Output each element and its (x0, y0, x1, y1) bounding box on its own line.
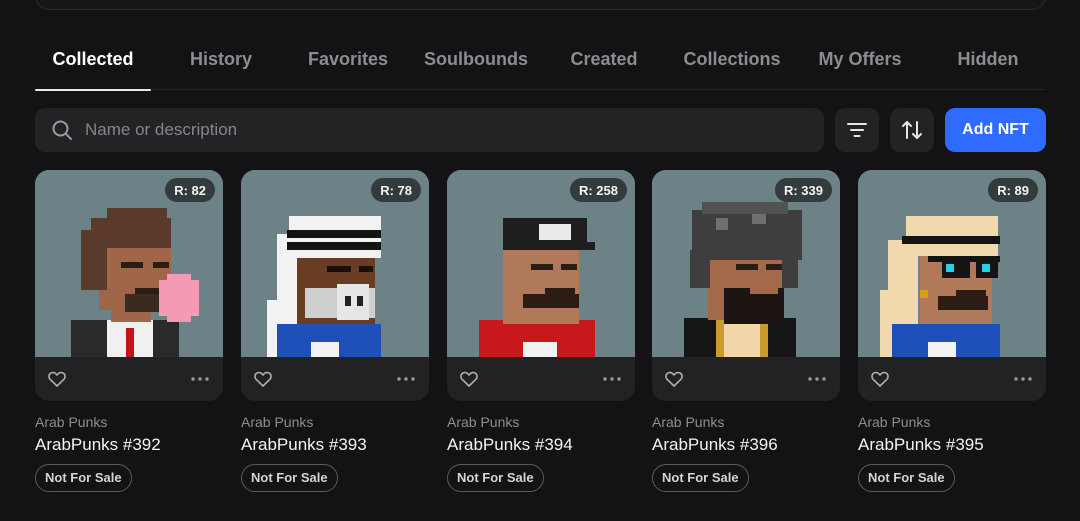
heart-icon[interactable] (871, 371, 889, 387)
nft-card[interactable]: R: 78 Arab Punks ArabPunks #393 Not For … (241, 170, 429, 492)
tab-my-offers[interactable]: My Offers (802, 38, 918, 90)
search-icon (51, 119, 73, 141)
more-options-icon[interactable] (397, 377, 415, 381)
heart-icon[interactable] (254, 371, 272, 387)
more-options-icon[interactable] (1014, 377, 1032, 381)
collection-name[interactable]: Arab Punks (241, 414, 429, 430)
profile-header-card (35, 0, 1046, 10)
sort-button[interactable] (890, 108, 934, 152)
nft-name[interactable]: ArabPunks #393 (241, 435, 429, 455)
nft-image: R: 78 (241, 170, 429, 357)
filter-button[interactable] (835, 108, 879, 152)
search-bar (35, 108, 824, 152)
more-options-icon[interactable] (191, 377, 209, 381)
profile-page: Collected History Favorites Soulbounds C… (0, 0, 1080, 521)
card-actions (652, 357, 840, 401)
sale-status-badge: Not For Sale (858, 464, 955, 492)
heart-icon[interactable] (460, 371, 478, 387)
rarity-badge: R: 89 (988, 178, 1038, 202)
tab-collections[interactable]: Collections (674, 38, 790, 90)
nft-name[interactable]: ArabPunks #394 (447, 435, 635, 455)
collection-name[interactable]: Arab Punks (858, 414, 1046, 430)
nft-card-box: R: 78 (241, 170, 429, 401)
tab-created[interactable]: Created (546, 38, 662, 90)
search-input[interactable] (85, 120, 785, 140)
nft-image: R: 82 (35, 170, 223, 357)
nft-image: R: 89 (858, 170, 1046, 357)
tab-hidden[interactable]: Hidden (930, 38, 1046, 90)
nft-card[interactable]: R: 82 Arab Punks ArabPunks #392 Not For … (35, 170, 223, 492)
rarity-badge: R: 78 (371, 178, 421, 202)
rarity-badge: R: 258 (569, 178, 627, 202)
nft-card[interactable]: R: 89 Arab Punks ArabPunks #395 Not For … (858, 170, 1046, 492)
nft-card[interactable]: R: 258 Arab Punks ArabPunks #394 Not For… (447, 170, 635, 492)
tab-history[interactable]: History (163, 38, 279, 90)
nft-image: R: 258 (447, 170, 635, 357)
filter-icon (846, 119, 868, 141)
card-actions (447, 357, 635, 401)
nft-name[interactable]: ArabPunks #392 (35, 435, 223, 455)
tab-collected[interactable]: Collected (35, 38, 151, 91)
tab-soulbounds[interactable]: Soulbounds (418, 38, 534, 90)
sort-icon (900, 118, 924, 142)
heart-icon[interactable] (48, 371, 66, 387)
nft-name[interactable]: ArabPunks #395 (858, 435, 1046, 455)
tab-bar: Collected History Favorites Soulbounds C… (35, 38, 1046, 91)
nft-image: R: 339 (652, 170, 840, 357)
card-actions (858, 357, 1046, 401)
sale-status-badge: Not For Sale (241, 464, 338, 492)
nft-card-box: R: 82 (35, 170, 223, 401)
collection-name[interactable]: Arab Punks (35, 414, 223, 430)
more-options-icon[interactable] (808, 377, 826, 381)
sale-status-badge: Not For Sale (447, 464, 544, 492)
more-options-icon[interactable] (603, 377, 621, 381)
collection-name[interactable]: Arab Punks (652, 414, 840, 430)
nft-card-box: R: 339 (652, 170, 840, 401)
tab-favorites[interactable]: Favorites (290, 38, 406, 90)
card-actions (241, 357, 429, 401)
rarity-badge: R: 82 (165, 178, 215, 202)
rarity-badge: R: 339 (774, 178, 832, 202)
sale-status-badge: Not For Sale (652, 464, 749, 492)
nft-card-box: R: 258 (447, 170, 635, 401)
nft-card-box: R: 89 (858, 170, 1046, 401)
sale-status-badge: Not For Sale (35, 464, 132, 492)
heart-icon[interactable] (665, 371, 683, 387)
collection-name[interactable]: Arab Punks (447, 414, 635, 430)
card-actions (35, 357, 223, 401)
nft-card[interactable]: R: 339 Arab Punks ArabPunks #396 Not For… (652, 170, 840, 492)
nft-name[interactable]: ArabPunks #396 (652, 435, 840, 455)
add-nft-button[interactable]: Add NFT (945, 108, 1046, 152)
